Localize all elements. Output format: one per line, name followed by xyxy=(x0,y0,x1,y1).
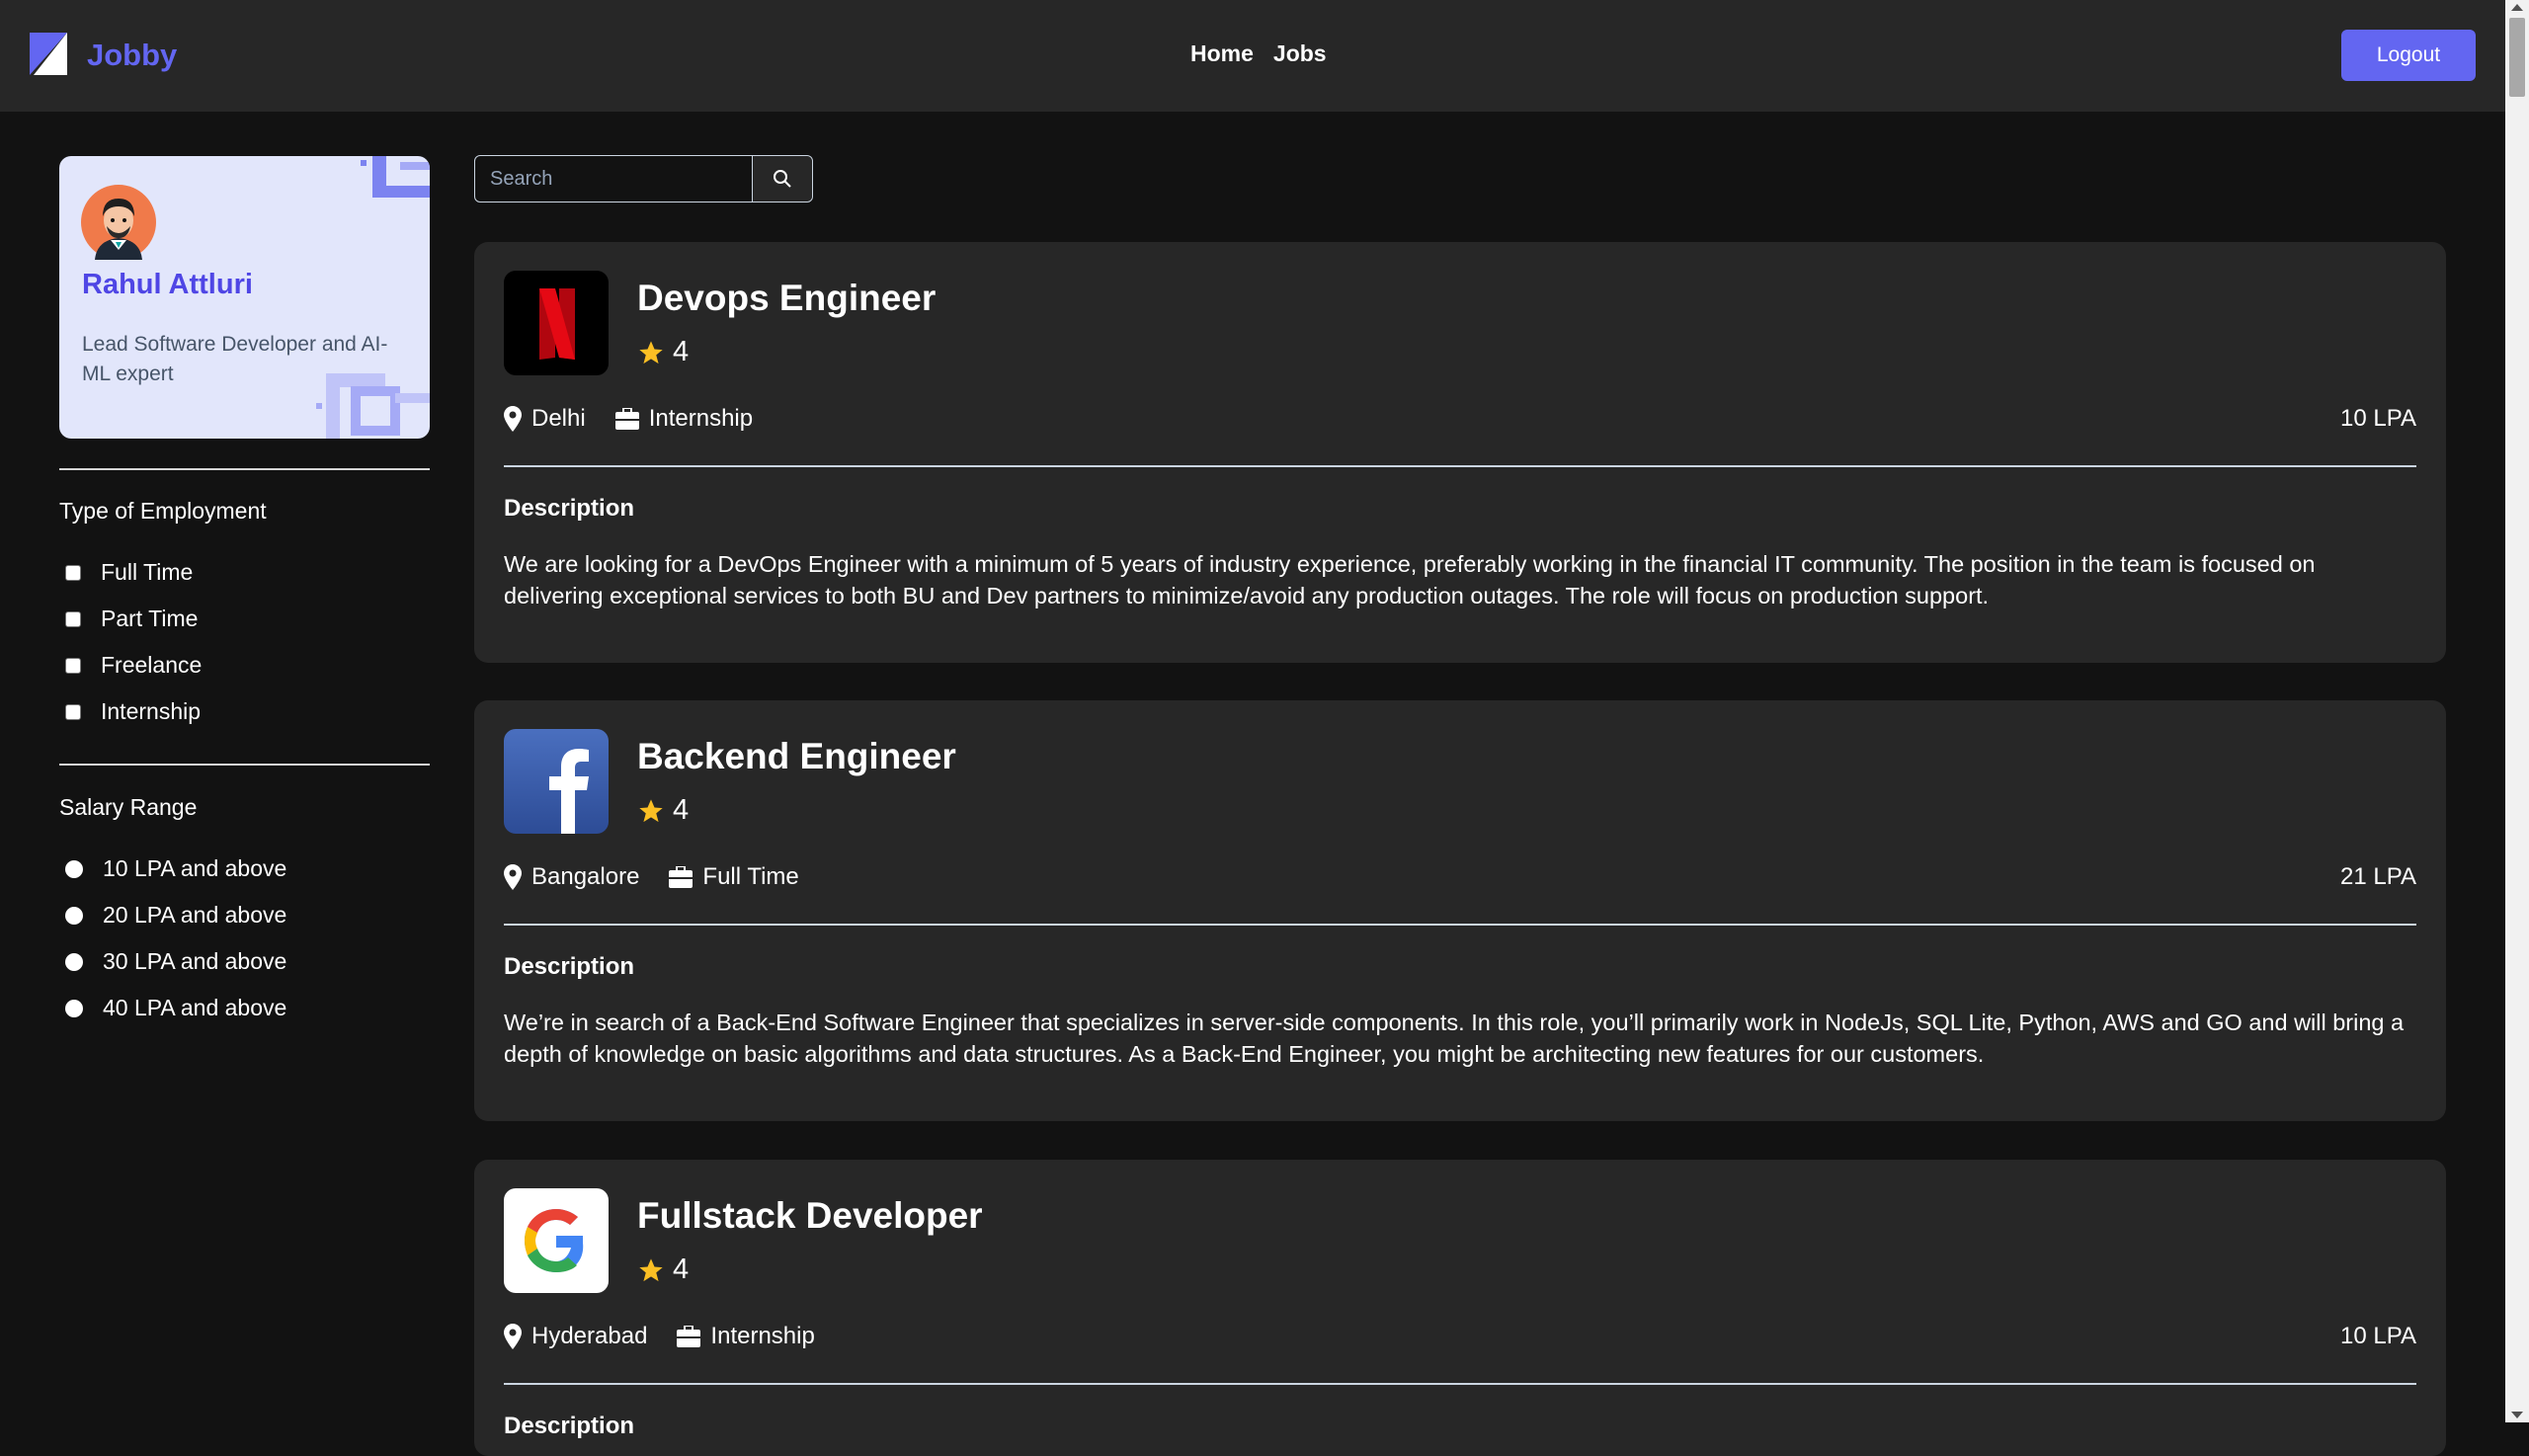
rating-value: 4 xyxy=(673,1254,690,1285)
option-label: Freelance xyxy=(101,652,203,678)
employment-option-freelance[interactable]: Freelance xyxy=(65,652,202,679)
job-description: We’re in search of a Back-End Software E… xyxy=(504,1010,2405,1067)
star-icon xyxy=(639,1257,663,1281)
checkbox[interactable] xyxy=(65,703,81,720)
employment-type-label: Internship xyxy=(648,405,754,432)
job-title[interactable]: Backend Engineer xyxy=(637,736,956,777)
location-label: Bangalore xyxy=(531,863,640,890)
job-employment-type: Internship xyxy=(677,1323,815,1350)
job-description: We are looking for a DevOps Engineer wit… xyxy=(504,551,2316,608)
google-logo-icon xyxy=(504,1188,609,1293)
radio-button[interactable] xyxy=(65,859,83,878)
job-employment-type: Full Time xyxy=(669,863,799,891)
nav-menu: Home Jobs xyxy=(1190,40,1327,67)
job-location: Bangalore xyxy=(504,863,639,891)
employment-filter-title: Type of Employment xyxy=(59,498,267,524)
search-icon xyxy=(774,170,791,188)
job-location: Hyderabad xyxy=(504,1323,647,1350)
job-meta: Delhi Internship xyxy=(504,405,782,433)
profile-card: Rahul Attluri Lead Software Developer an… xyxy=(59,156,430,439)
job-package: 10 LPA xyxy=(2340,405,2416,432)
jobby-logo-icon[interactable] xyxy=(30,33,67,75)
job-card[interactable]: Fullstack Developer 4 Hyderabad Internsh… xyxy=(474,1160,2446,1456)
checkbox[interactable] xyxy=(65,657,81,674)
option-label: 40 LPA and above xyxy=(103,995,287,1020)
profile-name: Rahul Attluri xyxy=(82,269,253,300)
salary-option-30-lpa[interactable]: 30 LPA and above xyxy=(65,948,286,975)
salary-filter-title: Salary Range xyxy=(59,794,198,820)
job-title[interactable]: Devops Engineer xyxy=(637,278,936,319)
job-meta: Bangalore Full Time xyxy=(504,863,829,891)
sidebar-divider xyxy=(59,468,430,470)
location-pin-icon xyxy=(504,864,522,890)
employment-option-internship[interactable]: Internship xyxy=(65,698,201,725)
location-pin-icon xyxy=(504,406,522,432)
job-card[interactable]: Backend Engineer 4 Bangalore Full Time 2… xyxy=(474,700,2446,1121)
radio-button[interactable] xyxy=(65,999,83,1017)
job-employment-type: Internship xyxy=(614,405,754,433)
employment-type-label: Full Time xyxy=(702,863,799,890)
option-label: 10 LPA and above xyxy=(103,855,287,881)
job-rating: 4 xyxy=(637,1254,689,1286)
facebook-logo-icon xyxy=(504,729,609,834)
description-heading: Description xyxy=(504,495,635,522)
star-icon xyxy=(639,798,663,822)
netflix-logo-icon xyxy=(504,271,609,375)
logout-button[interactable]: Logout xyxy=(2341,30,2476,81)
salary-option-10-lpa[interactable]: 10 LPA and above xyxy=(65,855,286,882)
radio-button[interactable] xyxy=(65,952,83,971)
radio-button[interactable] xyxy=(65,906,83,925)
description-heading: Description xyxy=(504,953,635,980)
option-label: Internship xyxy=(101,698,202,724)
checkbox[interactable] xyxy=(65,564,81,581)
option-label: 20 LPA and above xyxy=(103,902,287,928)
rating-value: 4 xyxy=(673,794,690,826)
profile-bio: Lead Software Developer and AI-ML expert xyxy=(82,333,388,385)
salary-option-40-lpa[interactable]: 40 LPA and above xyxy=(65,995,286,1021)
nav-jobs-link[interactable]: Jobs xyxy=(1273,40,1327,67)
checkbox[interactable] xyxy=(65,610,81,627)
scroll-up-arrow-icon[interactable] xyxy=(2511,4,2523,11)
card-divider xyxy=(504,465,2416,467)
employment-option-full-time[interactable]: Full Time xyxy=(65,559,193,586)
location-label: Hyderabad xyxy=(531,1323,648,1349)
briefcase-icon xyxy=(669,866,693,888)
job-location: Delhi xyxy=(504,405,586,433)
search-button[interactable] xyxy=(752,156,812,202)
corner-pattern-icon xyxy=(361,156,430,198)
scroll-thumb[interactable] xyxy=(2509,18,2525,97)
job-package: 10 LPA xyxy=(2340,1323,2416,1349)
option-label: Full Time xyxy=(101,559,194,585)
option-label: 30 LPA and above xyxy=(103,948,287,974)
location-label: Delhi xyxy=(531,405,586,432)
job-package: 21 LPA xyxy=(2340,863,2416,890)
avatar xyxy=(81,185,156,260)
salary-option-20-lpa[interactable]: 20 LPA and above xyxy=(65,902,286,929)
rating-value: 4 xyxy=(673,336,690,367)
nav-home-link[interactable]: Home xyxy=(1190,40,1254,67)
briefcase-icon xyxy=(677,1326,701,1347)
star-icon xyxy=(639,340,663,364)
description-heading: Description xyxy=(504,1413,635,1439)
sidebar-divider xyxy=(59,764,430,766)
search-input[interactable] xyxy=(475,156,752,202)
card-divider xyxy=(504,924,2416,926)
employment-type-label: Internship xyxy=(710,1323,815,1349)
job-search-bar xyxy=(474,155,813,202)
job-title[interactable]: Fullstack Developer xyxy=(637,1195,983,1237)
job-rating: 4 xyxy=(637,336,689,368)
option-label: Part Time xyxy=(101,606,199,631)
job-card[interactable]: Devops Engineer 4 Delhi Internship 10 LP… xyxy=(474,242,2446,663)
top-navbar: Jobby Home Jobs Logout xyxy=(0,0,2505,112)
scroll-down-arrow-icon[interactable] xyxy=(2511,1412,2523,1418)
page-scrollbar[interactable] xyxy=(2505,0,2529,1422)
briefcase-icon xyxy=(614,408,639,430)
location-pin-icon xyxy=(504,1324,522,1349)
job-meta: Hyderabad Internship xyxy=(504,1323,845,1350)
job-rating: 4 xyxy=(637,794,689,827)
brand-name[interactable]: Jobby xyxy=(87,38,177,73)
employment-option-part-time[interactable]: Part Time xyxy=(65,606,198,632)
card-divider xyxy=(504,1383,2416,1385)
